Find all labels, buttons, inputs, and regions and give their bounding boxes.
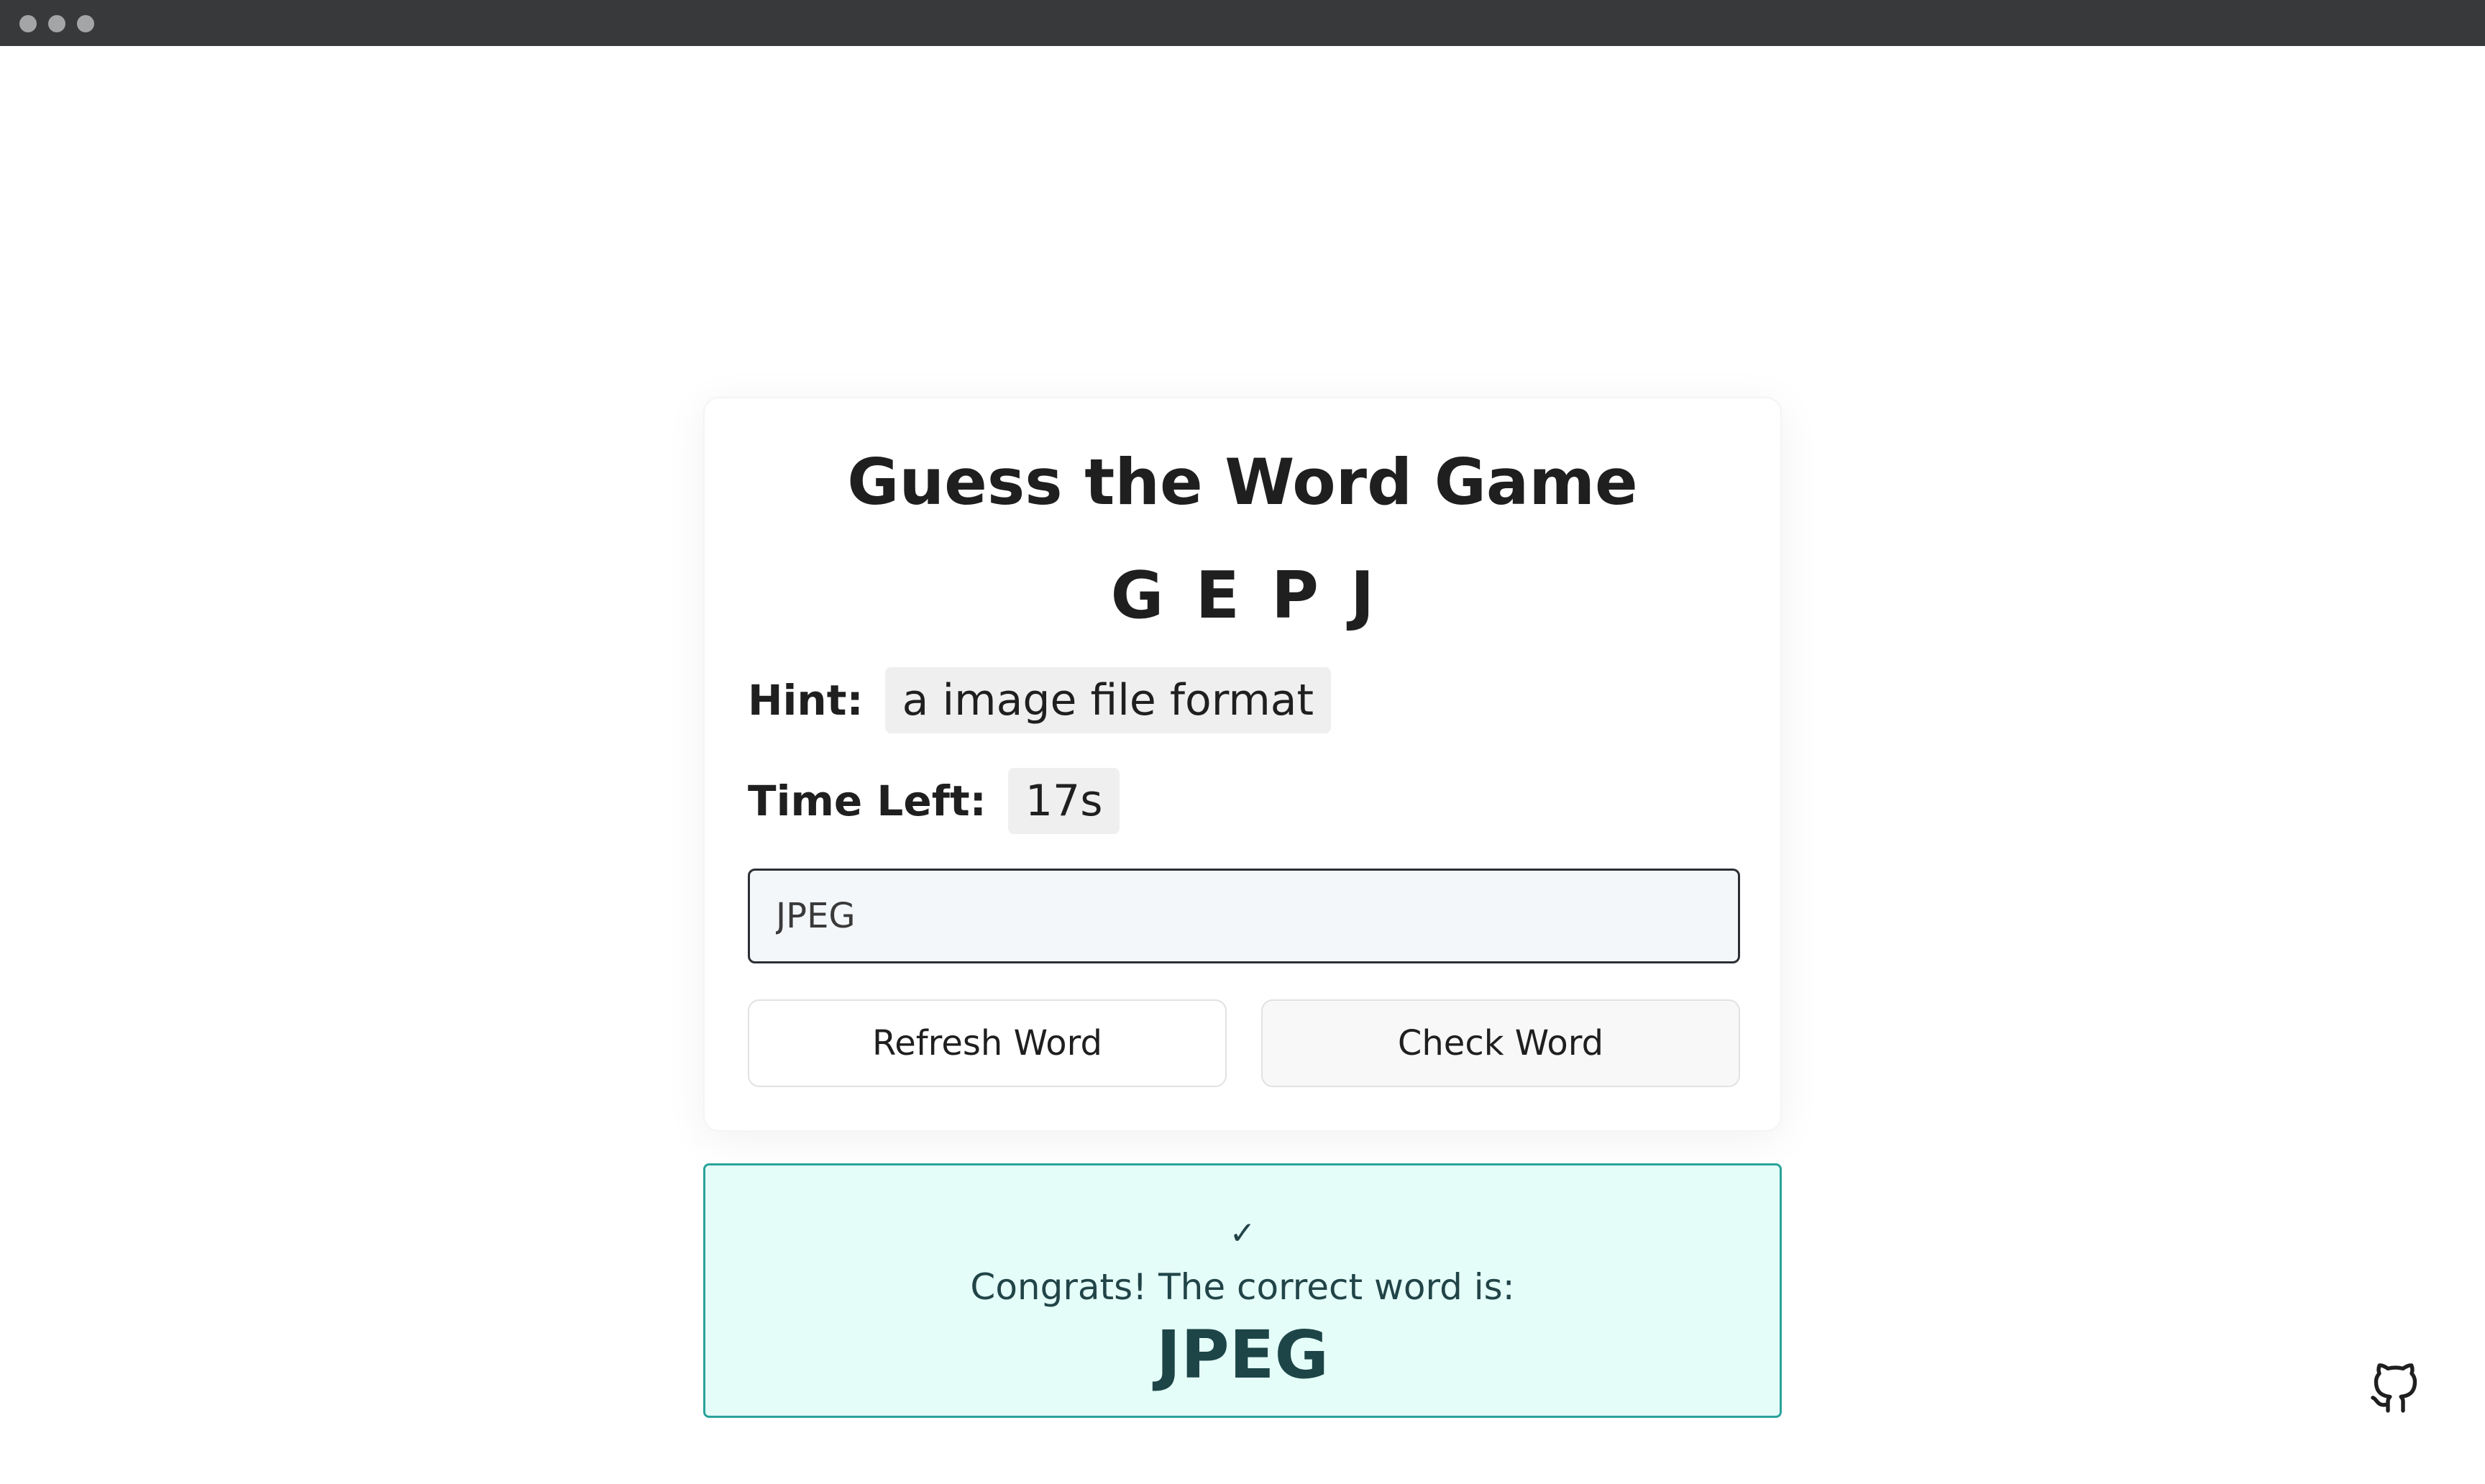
result-panel: ✓ Congrats! The correct word is: JPEG	[703, 1163, 1782, 1418]
scrambled-word: GEPJ	[1110, 558, 1406, 633]
result-message: Congrats! The correct word is:	[970, 1266, 1515, 1308]
hint-row: Hint: a image file format	[748, 667, 1332, 733]
window-maximize-button[interactable]	[77, 15, 94, 32]
game-card: Guess the Word Game GEPJ Hint: a image f…	[703, 397, 1782, 1132]
window-minimize-button[interactable]	[48, 15, 65, 32]
check-word-button[interactable]: Check Word	[1261, 999, 1740, 1087]
time-left-label: Time Left:	[748, 777, 987, 825]
guess-input[interactable]	[748, 869, 1740, 963]
page-title: Guess the Word Game	[847, 445, 1638, 519]
refresh-word-button[interactable]: Refresh Word	[748, 999, 1227, 1087]
hint-value: a image file format	[884, 667, 1332, 733]
github-link[interactable]	[2369, 1363, 2420, 1415]
time-row: Time Left: 17s	[748, 768, 1120, 834]
github-icon	[2371, 1363, 2417, 1413]
correct-word: JPEG	[1155, 1316, 1330, 1393]
hint-label: Hint:	[748, 676, 864, 725]
window-close-button[interactable]	[19, 15, 37, 32]
time-left-value: 17s	[1007, 768, 1120, 834]
checkmark-icon: ✓	[1229, 1215, 1256, 1252]
window-titlebar	[0, 0, 2485, 46]
